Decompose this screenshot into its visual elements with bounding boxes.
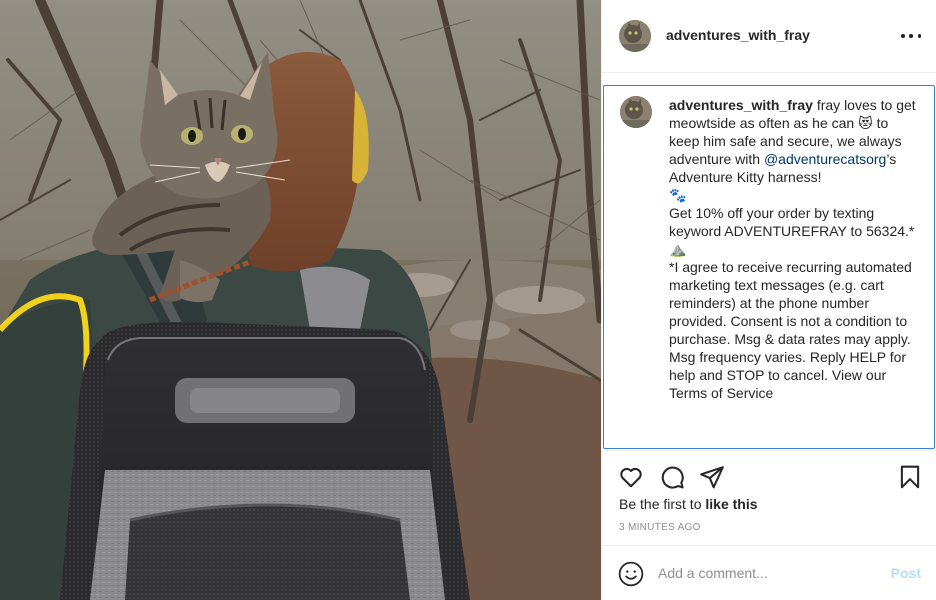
caption-body-2: ’s Adventure Kitty harness! 🐾 Get 10% of… <box>669 151 915 401</box>
comment-icon[interactable] <box>659 464 685 490</box>
likes-prefix: Be the first to <box>619 496 706 512</box>
caption-avatar[interactable] <box>620 96 652 128</box>
action-bar <box>602 450 936 502</box>
post-username[interactable]: adventures_with_fray <box>666 27 810 43</box>
post-header: adventures_with_fray <box>602 0 936 73</box>
likes-line: Be the first to like this <box>619 496 758 512</box>
like-this-link[interactable]: like this <box>705 496 757 512</box>
cat-backpack-photo <box>0 0 601 600</box>
post-comment-button[interactable]: Post <box>891 565 921 581</box>
emoji-icon[interactable] <box>618 561 644 587</box>
caption-mention-link[interactable]: @adventurecatsorg <box>764 151 886 167</box>
more-horizontal-icon[interactable] <box>901 28 921 44</box>
bookmark-icon[interactable] <box>897 464 923 490</box>
caption-username[interactable]: adventures_with_fray <box>669 97 813 113</box>
instagram-post: adventures_with_fray adventures_with_fra… <box>0 0 936 600</box>
heart-icon[interactable] <box>618 464 644 490</box>
add-comment-bar: Post <box>602 545 936 600</box>
post-side-panel: adventures_with_fray adventures_with_fra… <box>601 0 936 600</box>
caption-text: adventures_with_fray fray loves to get m… <box>669 96 917 402</box>
share-icon[interactable] <box>699 464 725 490</box>
caption-scroll-area[interactable]: adventures_with_fray fray loves to get m… <box>603 85 935 449</box>
avatar[interactable] <box>619 20 651 52</box>
post-photo[interactable] <box>0 0 601 600</box>
comment-input[interactable] <box>658 562 878 584</box>
timestamp[interactable]: 3 MINUTES AGO <box>619 522 701 533</box>
avatar-image <box>619 20 651 52</box>
caption-avatar-image <box>620 96 652 128</box>
